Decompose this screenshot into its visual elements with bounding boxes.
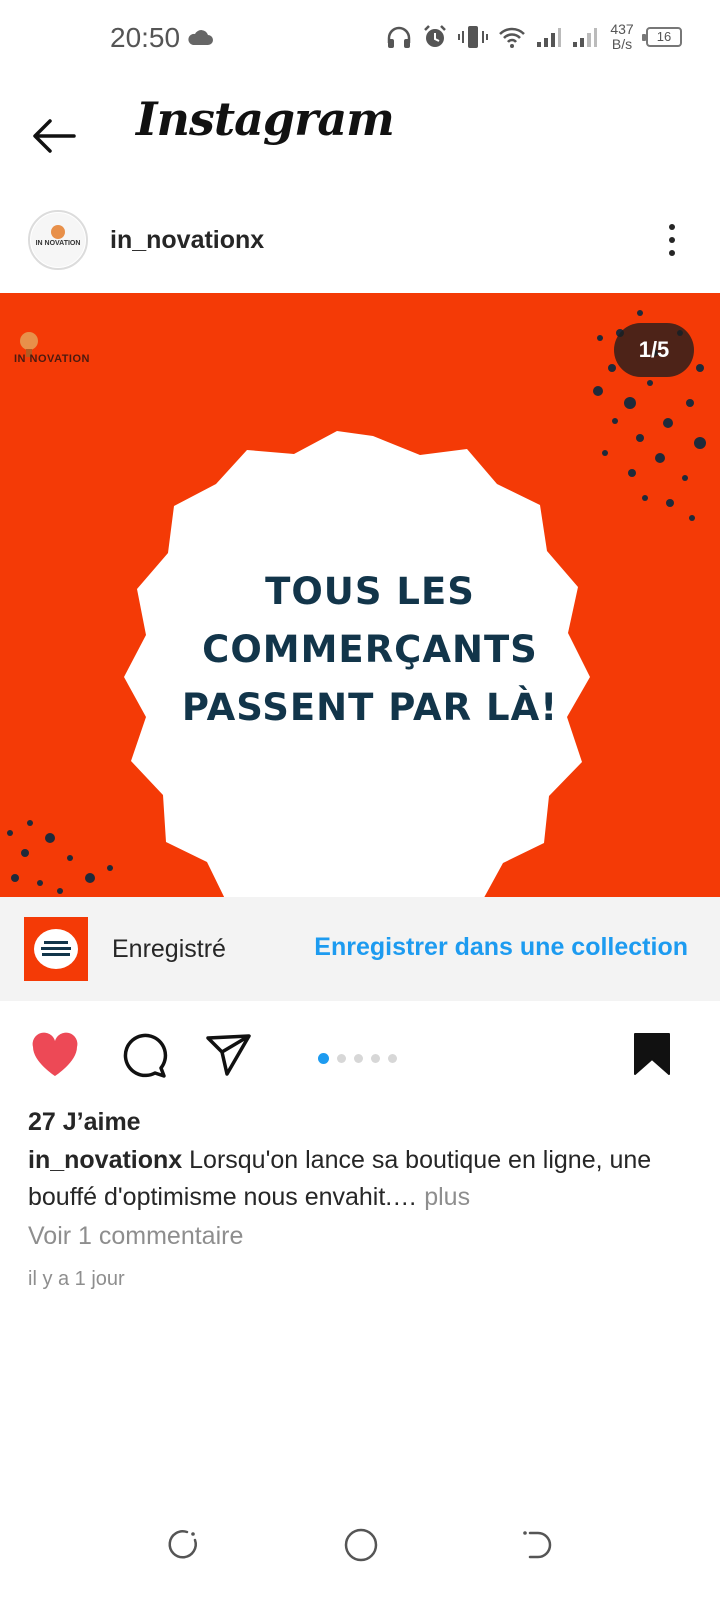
three-dots-vertical-icon — [669, 224, 675, 230]
headline-line-3: PASSENT PAR LÀ! — [181, 686, 559, 729]
system-back-icon — [523, 1531, 552, 1559]
comment-button[interactable] — [120, 1032, 168, 1085]
signal-icon-1 — [537, 28, 561, 47]
carousel-indicator — [318, 1053, 397, 1064]
post-actions — [0, 1012, 720, 1102]
vibrate-icon — [458, 26, 488, 48]
headline-line-2: COMMERÇANTS — [202, 628, 538, 671]
saved-thumbnail-art — [34, 929, 78, 969]
recent-apps-button[interactable] — [158, 1520, 208, 1570]
share-button[interactable] — [206, 1032, 252, 1083]
likes-count[interactable]: 27 J’aime — [28, 1108, 141, 1137]
recent-apps-icon — [168, 1530, 197, 1559]
net-speed-unit: B/s — [611, 36, 633, 52]
net-speed: 437 B/s — [608, 22, 636, 52]
wifi-icon — [499, 27, 525, 48]
more-options-button[interactable] — [662, 220, 682, 260]
battery-indicator: 16 — [642, 27, 682, 47]
caption-username[interactable]: in_novationx — [28, 1146, 182, 1174]
post-caption: in_novationx Lorsqu'on lance sa boutique… — [28, 1142, 688, 1216]
status-time: 20:50 — [110, 22, 181, 53]
svg-text:IN NOVATION: IN NOVATION — [36, 240, 81, 247]
like-button[interactable] — [30, 1032, 80, 1083]
save-to-collection-link[interactable]: Enregistrer dans une collection — [314, 933, 688, 962]
arrow-left-icon — [33, 119, 76, 153]
carousel-dot — [388, 1054, 397, 1063]
avatar[interactable]: IN NOVATION — [28, 210, 88, 270]
carousel-dot — [337, 1054, 346, 1063]
top-nav: Instagram — [0, 80, 720, 190]
slide-counter: 1/5 — [614, 323, 694, 377]
status-icons: 437 B/s 16 — [386, 22, 682, 52]
app-logo: Instagram — [136, 92, 395, 146]
system-back-button[interactable] — [512, 1520, 562, 1570]
post-headline: TOUS LES COMMERÇANTS PASSENT PAR LÀ! — [140, 563, 600, 737]
alarm-icon — [424, 25, 446, 47]
heart-icon — [32, 1032, 78, 1076]
post-header: IN NOVATION in_novationx — [0, 200, 720, 290]
headline-line-1: TOUS LES — [265, 570, 475, 613]
net-speed-value: 437 — [610, 21, 634, 37]
post-username[interactable]: in_novationx — [110, 226, 264, 255]
saved-thumbnail — [24, 917, 88, 981]
home-button[interactable] — [336, 1520, 386, 1570]
saved-label: Enregistré — [112, 935, 226, 963]
post-image[interactable]: IN NOVATION 1/5 TOUS LES COMMERÇANTS PAS… — [0, 293, 720, 897]
comment-bubble-icon — [123, 1033, 168, 1078]
brand-mark: IN NOVATION — [14, 353, 90, 365]
view-comments-link[interactable]: Voir 1 commentaire — [28, 1222, 243, 1251]
signal-icon-2 — [573, 28, 597, 47]
status-bar: 20:50 437 B/s 16 — [0, 0, 720, 80]
post-timestamp: il y a 1 jour — [28, 1268, 125, 1290]
bookmark-icon — [634, 1033, 670, 1075]
carousel-dot-active — [318, 1053, 329, 1064]
save-button[interactable] — [632, 1032, 672, 1081]
back-button[interactable] — [26, 114, 82, 158]
cloud-icon — [186, 28, 214, 51]
carousel-dot — [371, 1054, 380, 1063]
carousel-dot — [354, 1054, 363, 1063]
saved-bar: Enregistré Enregistrer dans une collecti… — [0, 897, 720, 1001]
headphones-icon — [387, 26, 411, 48]
home-circle-icon — [344, 1528, 378, 1562]
system-nav-bar — [0, 1490, 720, 1600]
paper-plane-icon — [206, 1034, 251, 1076]
caption-more-link[interactable]: plus — [424, 1183, 470, 1211]
